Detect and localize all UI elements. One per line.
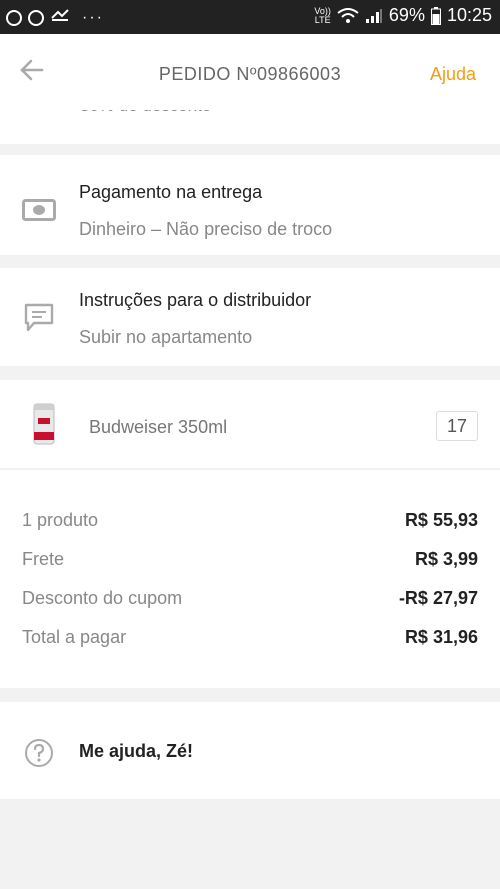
order-title: PEDIDO Nº09866003 bbox=[158, 64, 342, 84]
product-quantity: 17 bbox=[436, 411, 478, 441]
product-name: Budweiser 350ml bbox=[89, 417, 228, 437]
app-notification-icon bbox=[50, 8, 70, 27]
summary-label: Frete bbox=[22, 549, 65, 569]
more-notifications-icon: ··· bbox=[82, 8, 104, 26]
system-indicators: Vo)) LTE 69% 10:25 bbox=[314, 5, 492, 26]
summary-value: R$ 55,93 bbox=[404, 510, 478, 530]
summary-value: R$ 3,99 bbox=[414, 549, 478, 569]
signal-icon bbox=[365, 8, 382, 23]
payment-detail: Dinheiro – Não preciso de troco bbox=[79, 219, 333, 239]
summary-value: R$ 31,96 bbox=[404, 627, 478, 647]
help-link[interactable]: Ajuda bbox=[430, 64, 476, 85]
wifi-icon bbox=[337, 7, 359, 23]
instructions-detail: Subir no apartamento bbox=[79, 327, 253, 347]
support-card[interactable]: Me ajuda, Zé! bbox=[0, 702, 500, 799]
whatsapp-icon bbox=[6, 9, 22, 26]
summary-value: -R$ 27,97 bbox=[398, 588, 478, 608]
summary-label: Desconto do cupom bbox=[22, 588, 183, 608]
payment-card: Pagamento na entrega Dinheiro – Não prec… bbox=[0, 155, 500, 255]
summary-label: Total a pagar bbox=[22, 627, 127, 647]
battery-percent: 69% bbox=[388, 5, 425, 25]
lte-label: LTE bbox=[314, 14, 331, 25]
battery-icon bbox=[430, 6, 441, 25]
summary-row: Total a pagar R$ 31,96 bbox=[22, 627, 478, 653]
status-bar: ··· Vo)) LTE 69% 10:25 bbox=[0, 0, 500, 34]
message-icon bbox=[24, 303, 54, 332]
app-bar: PEDIDO Nº09866003 Ajuda bbox=[0, 34, 500, 110]
product-row: Budweiser 350ml 17 bbox=[0, 380, 500, 468]
order-summary: 1 produto R$ 55,93 Frete R$ 3,99 Descont… bbox=[0, 470, 500, 688]
help-circle-icon bbox=[25, 739, 53, 767]
instructions-card: Instruções para o distribuidor Subir no … bbox=[0, 268, 500, 366]
budweiser-can-image bbox=[33, 403, 55, 445]
messenger-icon bbox=[28, 9, 44, 26]
cash-icon bbox=[22, 199, 56, 221]
summary-row: 1 produto R$ 55,93 bbox=[22, 510, 478, 536]
volte-indicator: Vo)) LTE bbox=[314, 6, 331, 25]
clock: 10:25 bbox=[446, 5, 492, 25]
notification-icons: ··· bbox=[6, 8, 104, 27]
instructions-title: Instruções para o distribuidor bbox=[79, 290, 312, 310]
summary-row: Desconto do cupom -R$ 27,97 bbox=[22, 588, 478, 614]
support-title[interactable]: Me ajuda, Zé! bbox=[79, 741, 193, 762]
payment-title: Pagamento na entrega bbox=[79, 182, 263, 202]
summary-row: Frete R$ 3,99 bbox=[22, 549, 478, 575]
summary-label: 1 produto bbox=[22, 510, 99, 530]
